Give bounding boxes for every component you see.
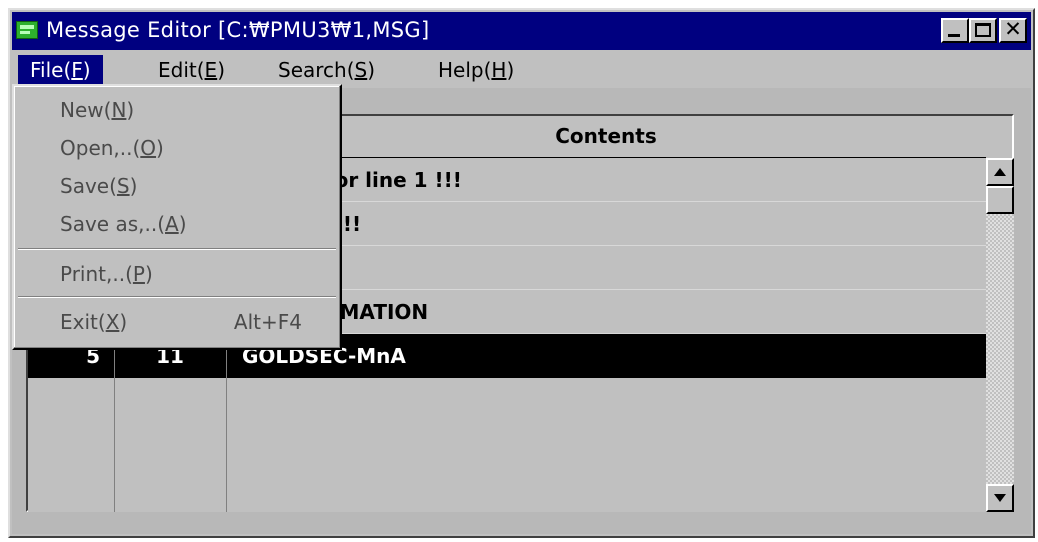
menu-file[interactable]: File(F) — [18, 55, 103, 85]
vertical-scrollbar[interactable] — [986, 158, 1014, 512]
file-menu-dropdown: New(N) Open,..(O) Save(S) Save as,..(A) … — [12, 84, 342, 350]
shortcut-label: Alt+F4 — [233, 310, 302, 334]
menu-item-open[interactable]: Open,..(O) — [14, 128, 340, 168]
cell-contents: reen is for line 1 !!! — [242, 168, 462, 192]
close-button[interactable]: ✕ — [999, 17, 1027, 43]
title-bar[interactable]: Message Editor [C:₩PMU3₩1,MSG] ✕ — [12, 12, 1031, 50]
cell-contents: RY AUTOMATION — [242, 300, 429, 324]
menu-separator — [18, 248, 336, 250]
scroll-down-button[interactable] — [986, 484, 1014, 512]
minimize-button[interactable] — [941, 18, 969, 43]
app-icon[interactable] — [16, 21, 38, 39]
maximize-button[interactable] — [969, 18, 997, 43]
menu-separator — [18, 296, 336, 298]
scroll-up-button[interactable] — [986, 158, 1014, 186]
menu-item-save-as[interactable]: Save as,..(A) — [14, 204, 340, 244]
menu-item-exit[interactable]: Exit(X) Alt+F4 — [14, 302, 340, 342]
menu-edit[interactable]: Edit(E) — [146, 55, 237, 85]
arrow-down-icon — [994, 494, 1006, 502]
maximize-icon — [975, 23, 991, 37]
menu-help[interactable]: Help(H) — [426, 55, 526, 85]
menu-bar: File(F) Edit(E) Search(S) Help(H) — [12, 52, 1031, 86]
arrow-up-icon — [994, 168, 1006, 176]
cell-contents: R-K1000 — [242, 246, 982, 290]
scroll-thumb[interactable] — [986, 186, 1014, 214]
window-title: Message Editor [C:₩PMU3₩1,MSG] — [46, 18, 430, 42]
minimize-icon — [948, 34, 960, 37]
menu-search[interactable]: Search(S) — [266, 55, 387, 85]
menu-item-print[interactable]: Print,..(P) — [14, 254, 340, 294]
cell-contents: GOLDSEC-MnA — [242, 344, 406, 368]
close-icon: ✕ — [1004, 17, 1022, 41]
cell-contents: turn off !!! — [242, 212, 362, 236]
menu-item-new[interactable]: New(N) — [14, 90, 340, 130]
menu-item-save[interactable]: Save(S) — [14, 166, 340, 206]
